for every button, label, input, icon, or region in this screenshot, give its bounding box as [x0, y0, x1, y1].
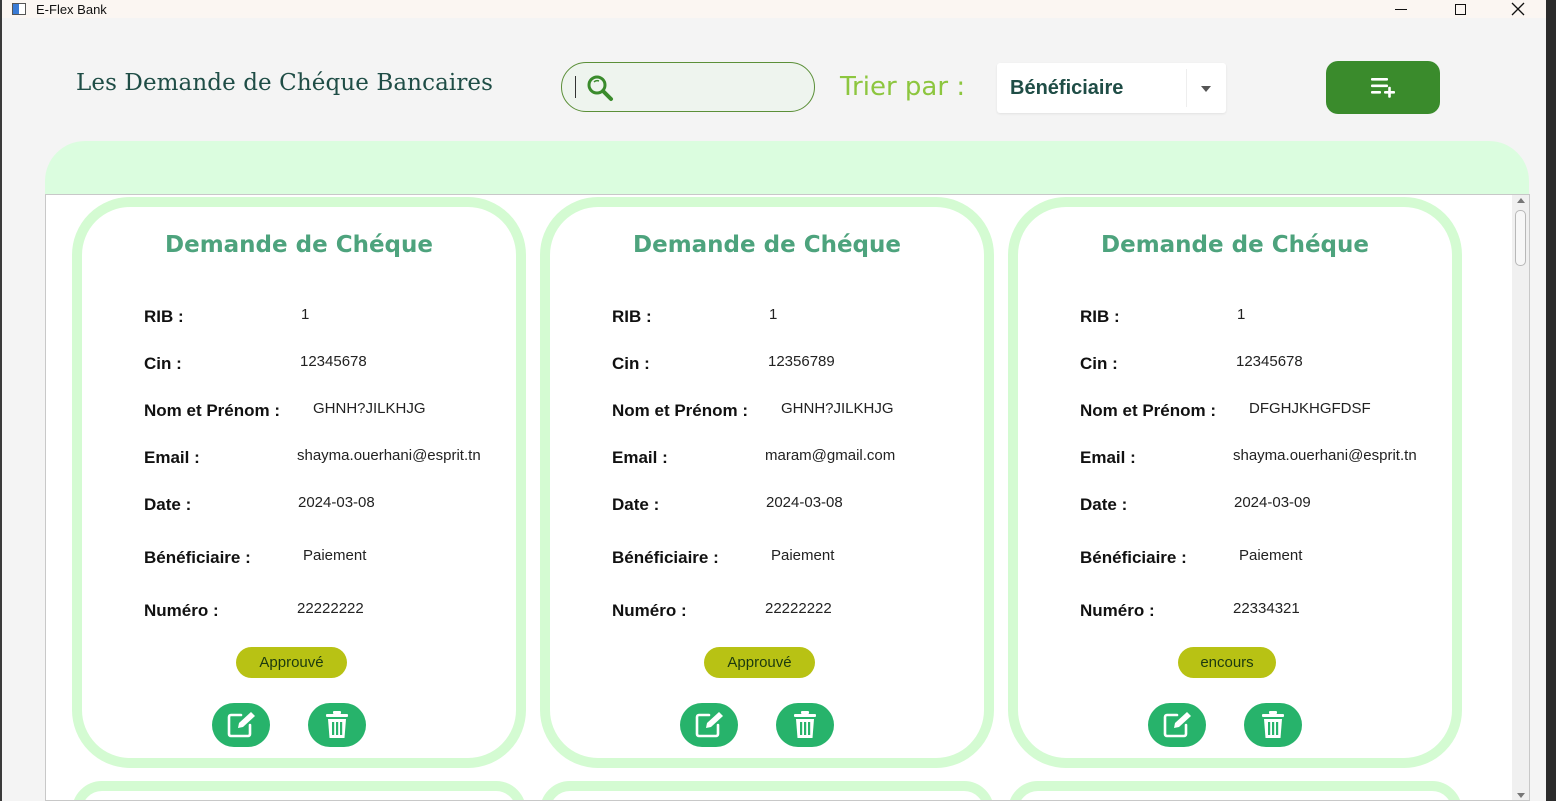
- demande-card-partial: [72, 781, 526, 800]
- close-button[interactable]: [1495, 0, 1541, 20]
- demande-card: Demande de Chéque RIB : 1 Cin : 12345678…: [1008, 197, 1462, 768]
- demande-card-partial: [1008, 781, 1462, 800]
- trash-icon: [1262, 711, 1284, 738]
- date-label: Date :: [144, 495, 192, 514]
- rib-label: RIB :: [1080, 307, 1120, 326]
- email-value: maram@gmail.com: [765, 447, 896, 464]
- beneficiaire-label: Bénéficiaire :: [144, 548, 251, 567]
- edit-button[interactable]: [212, 703, 270, 747]
- beneficiaire-label: Bénéficiaire :: [1080, 548, 1187, 567]
- email-value: shayma.ouerhani@esprit.tn: [1233, 447, 1417, 464]
- nom-value: GHNH?JILKHJG: [313, 400, 426, 417]
- rib-value: 1: [1237, 306, 1246, 323]
- nom-label: Nom et Prénom :: [612, 401, 749, 420]
- card-title: Demande de Chéque: [1101, 232, 1369, 258]
- playlist-add-icon: [1371, 77, 1395, 98]
- rib-value: 1: [769, 306, 778, 323]
- card-title: Demande de Chéque: [633, 232, 901, 258]
- status-badge: Approuvé: [704, 647, 815, 678]
- nom-value: GHNH?JILKHJG: [781, 400, 894, 417]
- add-demande-button[interactable]: [1326, 61, 1440, 114]
- minimize-icon: [1395, 8, 1407, 10]
- rib-label: RIB :: [612, 307, 652, 326]
- demande-card-partial: [540, 781, 994, 800]
- app-window: E-Flex Bank Les Demande de Chéque Bancai…: [0, 0, 1546, 801]
- email-label: Email :: [144, 448, 200, 467]
- beneficiaire-label: Bénéficiaire :: [612, 548, 719, 567]
- search-input[interactable]: [622, 73, 802, 101]
- scroll-up-icon[interactable]: [1517, 198, 1525, 203]
- search-icon: [587, 75, 613, 101]
- delete-button[interactable]: [308, 703, 366, 747]
- sort-label: Trier par :: [840, 72, 966, 102]
- search-box[interactable]: [561, 62, 815, 112]
- date-value: 2024-03-09: [1234, 494, 1311, 511]
- email-value: shayma.ouerhani@esprit.tn: [297, 447, 481, 464]
- maximize-icon: [1454, 3, 1466, 15]
- edit-button[interactable]: [1148, 703, 1206, 747]
- trash-icon: [794, 711, 816, 738]
- edit-icon: [1163, 712, 1191, 738]
- window-title: E-Flex Bank: [36, 1, 107, 17]
- card-title: Demande de Chéque: [165, 232, 433, 258]
- delete-button[interactable]: [1244, 703, 1302, 747]
- scroll-down-icon[interactable]: [1517, 793, 1525, 798]
- status-badge: encours: [1178, 647, 1276, 678]
- numero-label: Numéro :: [144, 601, 219, 620]
- page-title: Les Demande de Chéque Bancaires: [76, 70, 494, 96]
- cin-label: Cin :: [144, 354, 182, 373]
- cin-value: 12345678: [300, 353, 367, 370]
- demandes-list[interactable]: Demande de Chéque RIB : 1 Cin : 12345678…: [45, 194, 1530, 801]
- maximize-button[interactable]: [1437, 0, 1483, 20]
- demande-card: Demande de Chéque RIB : 1 Cin : 12345678…: [72, 197, 526, 768]
- vertical-scrollbar[interactable]: [1512, 195, 1529, 800]
- rib-value: 1: [301, 306, 310, 323]
- scroll-thumb[interactable]: [1515, 210, 1526, 266]
- cin-label: Cin :: [1080, 354, 1118, 373]
- list-header-band: [45, 141, 1529, 201]
- app-icon: [12, 3, 26, 15]
- status-badge: Approuvé: [236, 647, 347, 678]
- cin-value: 12356789: [768, 353, 835, 370]
- chevron-down-icon[interactable]: [1201, 86, 1211, 92]
- numero-label: Numéro :: [1080, 601, 1155, 620]
- nom-label: Nom et Prénom :: [144, 401, 281, 420]
- cin-value: 12345678: [1236, 353, 1303, 370]
- edit-icon: [227, 712, 255, 738]
- demande-card: Demande de Chéque RIB : 1 Cin : 12356789…: [540, 197, 994, 768]
- edit-icon: [695, 712, 723, 738]
- delete-button[interactable]: [776, 703, 834, 747]
- sort-dropdown[interactable]: Bénéficiaire: [997, 63, 1226, 113]
- close-icon: [1511, 2, 1525, 16]
- email-label: Email :: [1080, 448, 1136, 467]
- numero-label: Numéro :: [612, 601, 687, 620]
- minimize-button[interactable]: [1378, 0, 1424, 20]
- sort-selected-value: Bénéficiaire: [1010, 77, 1124, 99]
- date-value: 2024-03-08: [766, 494, 843, 511]
- title-bar: E-Flex Bank: [2, 0, 1546, 18]
- rib-label: RIB :: [144, 307, 184, 326]
- numero-value: 22334321: [1233, 600, 1300, 617]
- numero-value: 22222222: [297, 600, 364, 617]
- dropdown-divider: [1186, 69, 1187, 107]
- email-label: Email :: [612, 448, 668, 467]
- beneficiaire-value: Paiement: [1239, 547, 1303, 564]
- text-caret: [575, 76, 576, 98]
- date-label: Date :: [1080, 495, 1128, 514]
- cin-label: Cin :: [612, 354, 650, 373]
- nom-label: Nom et Prénom :: [1080, 401, 1217, 420]
- date-label: Date :: [612, 495, 660, 514]
- date-value: 2024-03-08: [298, 494, 375, 511]
- beneficiaire-value: Paiement: [303, 547, 367, 564]
- edit-button[interactable]: [680, 703, 738, 747]
- beneficiaire-value: Paiement: [771, 547, 835, 564]
- numero-value: 22222222: [765, 600, 832, 617]
- nom-value: DFGHJKHGFDSF: [1249, 400, 1371, 417]
- trash-icon: [326, 711, 348, 738]
